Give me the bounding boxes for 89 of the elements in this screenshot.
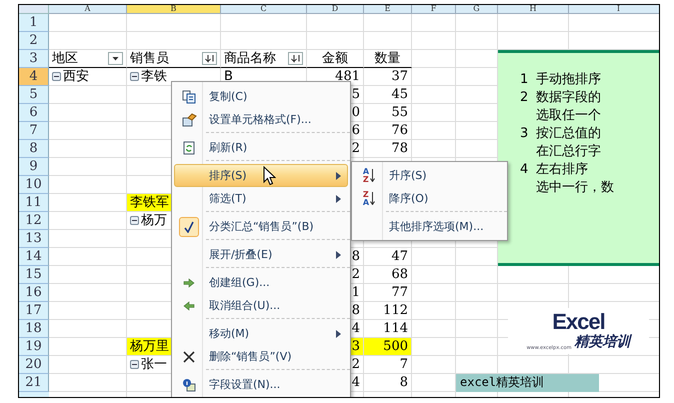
number-cell: 7 [364,356,412,374]
column-header[interactable]: I [569,5,659,14]
delete-icon [183,350,195,362]
row-header[interactable]: 9 [19,158,49,176]
row-header[interactable]: 5 [19,86,49,104]
row-header[interactable]: 6 [19,104,49,122]
menu-item[interactable]: 分类汇总“销售员”(B) [174,215,348,238]
row-header[interactable]: 12 [19,212,49,230]
menu-item[interactable]: 其他排序选项(M)... [354,215,505,238]
column-header[interactable]: B [127,5,221,14]
number-cell: 55 [364,104,412,122]
row-header[interactable]: 10 [19,176,49,194]
number-cell: 37 [364,68,412,86]
group-label: 张一 [141,356,167,373]
number-cell: 47 [364,248,412,266]
row-header[interactable]: 1 [19,14,49,32]
column-label: 数量 [364,50,412,68]
refresh-icon [183,140,195,154]
logo-subtitle: 精英培训 [574,333,630,351]
field-label: 销售员 [130,50,169,67]
logo-wordmark: Excel [552,311,605,333]
column-header[interactable]: G [456,5,498,14]
field-label: 商品名称 [224,50,276,67]
group-label: 西安 [63,68,89,85]
column-header[interactable]: A [49,5,127,14]
note-line: 左右排序 [536,161,588,179]
menu-item[interactable]: Z A 降序(O) [354,187,505,210]
mouse-cursor-icon [263,166,276,186]
submenu-arrow-icon [336,250,341,258]
dropdown-icon[interactable] [108,52,123,65]
collapse-icon[interactable] [130,72,139,81]
submenu-arrow-icon [336,194,341,202]
row-header[interactable]: 14 [19,248,49,266]
banner-text: excel精英培训 [456,374,599,392]
row-header[interactable]: 11 [19,194,49,212]
column-header[interactable]: E [364,5,412,14]
number-cell: 500 [364,338,412,356]
note-line: 手动拖排序 [536,71,601,89]
menu-item[interactable]: A Z 升序(S) [354,164,505,187]
number-cell: 76 [364,122,412,140]
row-header[interactable]: 2 [19,32,49,50]
format-cells-icon [182,112,196,126]
row-header[interactable]: 15 [19,266,49,284]
row-header[interactable]: 7 [19,122,49,140]
row-header[interactable]: 17 [19,302,49,320]
note-line: 选取任一个 [536,107,601,125]
row-header[interactable]: 4 [19,68,49,86]
row-header[interactable]: 18 [19,320,49,338]
row-header[interactable]: 21 [19,374,49,392]
note-line: 数据字段的 [536,89,601,107]
column-header[interactable]: C [221,5,307,14]
submenu-arrow-icon [336,172,341,180]
sort-filter-icon[interactable] [202,52,217,65]
list-number: 2 [520,89,530,107]
list-number: 3 [520,125,530,143]
row-header[interactable]: 3 [19,50,49,68]
collapse-icon[interactable] [130,216,139,225]
group-label: 杨万 [141,212,167,229]
right-arrow-icon [183,278,195,288]
collapse-icon[interactable] [52,72,61,81]
number-cell: 77 [364,284,412,302]
menu-item[interactable]: 排序(S) [174,164,348,187]
row-header[interactable]: 16 [19,284,49,302]
note-line: 在汇总行字 [536,143,601,161]
number-cell: 8 [364,374,412,392]
row-header[interactable]: 19 [19,338,49,356]
field-settings-icon [182,378,196,392]
number-cell: 112 [364,302,412,320]
row-header[interactable]: 8 [19,140,49,158]
number-cell: 78 [364,140,412,158]
list-number: 4 [520,161,530,179]
group-label: 李铁 [141,68,167,85]
collapse-icon[interactable] [130,360,139,369]
number-cell: 68 [364,266,412,284]
sort-filter-icon[interactable] [288,52,303,65]
number-cell: 45 [364,86,412,104]
column-header[interactable]: D [307,5,364,14]
note-line: 按汇总值的 [536,125,601,143]
list-number: 1 [520,71,530,89]
column-label: 金额 [307,50,364,68]
submenu-arrow-icon [336,330,341,338]
row-header[interactable]: 13 [19,230,49,248]
column-header[interactable]: H [498,5,569,14]
note-line: 选中一行，数 [536,179,614,197]
row-header[interactable]: 20 [19,356,49,374]
column-header[interactable]: F [412,5,456,14]
field-label: 地区 [52,50,78,67]
copy-icon [182,90,196,104]
left-arrow-icon [183,300,195,310]
